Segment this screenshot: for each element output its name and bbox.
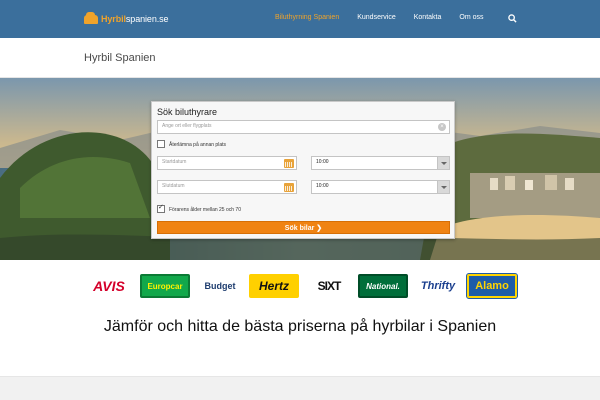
search-form-title: Sök biluthyrare bbox=[157, 107, 218, 117]
start-time-value: 10:00 bbox=[316, 159, 329, 165]
main-headline: Jämför och hitta de bästa priserna på hy… bbox=[103, 318, 497, 335]
brand-logo-hertz: Hertz bbox=[249, 274, 299, 298]
clear-icon[interactable]: × bbox=[438, 123, 446, 131]
car-icon bbox=[84, 11, 98, 24]
brand-logo-thrifty: Thrifty bbox=[413, 274, 463, 298]
nav-item-biluthyrning[interactable]: Biluthyrning Spanien bbox=[275, 14, 339, 21]
top-navbar: Hyrbilspanien.se Biluthyrning Spanien Ku… bbox=[0, 0, 600, 38]
return-other-label: Återlämna på annan plats bbox=[169, 142, 226, 148]
main-nav: Biluthyrning Spanien Kundservice Kontakt… bbox=[275, 14, 502, 21]
end-time-select[interactable]: 10:00 bbox=[311, 180, 450, 194]
calendar-icon[interactable] bbox=[284, 183, 294, 192]
location-input[interactable]: Ange ort eller flygplats × bbox=[157, 120, 450, 134]
car-search-form: Sök biluthyrare Ange ort eller flygplats… bbox=[151, 101, 455, 239]
brand-logos: AVIS Europcar Budget Hertz SIXT National… bbox=[84, 273, 518, 300]
logo-text: Hyrbilspanien.se bbox=[101, 14, 169, 24]
site-logo[interactable]: Hyrbilspanien.se bbox=[84, 11, 169, 27]
end-date-placeholder: Slutdatum bbox=[162, 183, 185, 189]
page-title: Hyrbil Spanien bbox=[84, 52, 156, 64]
brand-logo-avis: AVIS bbox=[84, 274, 134, 298]
brand-logo-alamo: Alamo bbox=[466, 273, 518, 299]
chevron-down-icon[interactable] bbox=[437, 157, 449, 169]
page-title-bar: Hyrbil Spanien bbox=[0, 38, 600, 78]
brand-logo-sixt: SIXT bbox=[304, 274, 354, 298]
brand-logo-europcar: Europcar bbox=[140, 274, 190, 298]
brand-logo-budget: Budget bbox=[195, 274, 245, 298]
start-date-input[interactable]: Startdatum bbox=[157, 156, 297, 170]
search-icon[interactable] bbox=[508, 14, 517, 23]
return-other-checkbox[interactable] bbox=[157, 140, 165, 148]
footer-strip bbox=[0, 376, 600, 400]
calendar-icon[interactable] bbox=[284, 159, 294, 168]
chevron-down-icon[interactable] bbox=[437, 181, 449, 193]
brand-logo-national: National. bbox=[358, 274, 408, 298]
start-date-placeholder: Startdatum bbox=[162, 159, 187, 165]
nav-item-kundservice[interactable]: Kundservice bbox=[357, 14, 396, 21]
end-date-input[interactable]: Slutdatum bbox=[157, 180, 297, 194]
end-time-value: 10:00 bbox=[316, 183, 329, 189]
driver-age-checkbox[interactable] bbox=[157, 203, 165, 213]
nav-item-kontakta[interactable]: Kontakta bbox=[414, 14, 442, 21]
start-time-select[interactable]: 10:00 bbox=[311, 156, 450, 170]
nav-item-om-oss[interactable]: Om oss bbox=[459, 14, 483, 21]
search-cars-button[interactable]: Sök bilar ❯ bbox=[157, 221, 450, 234]
driver-age-label: Förarens ålder mellan 25 och 70 bbox=[169, 207, 241, 213]
location-placeholder: Ange ort eller flygplats bbox=[162, 123, 212, 129]
